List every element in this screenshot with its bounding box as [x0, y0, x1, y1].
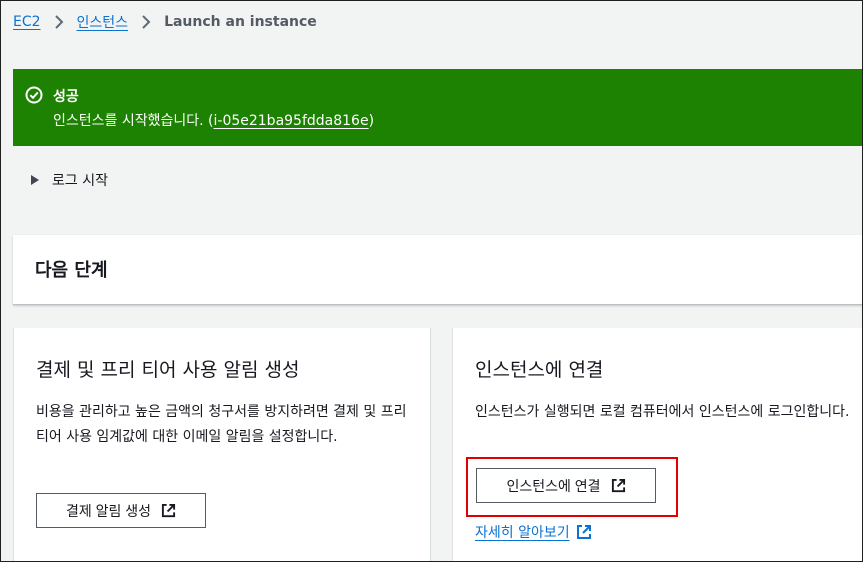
external-link-icon — [611, 478, 625, 493]
caret-right-icon — [31, 175, 39, 185]
breadcrumb-instances-link[interactable]: 인스턴스 — [77, 12, 129, 32]
external-link-icon — [576, 525, 591, 539]
chevron-right-icon — [41, 15, 77, 29]
chevron-right-icon — [128, 15, 164, 29]
page: EC2 인스턴스 Launch an instance 성공 인스턴스를 시작했… — [0, 0, 863, 562]
next-steps-title: 다음 단계 — [35, 260, 108, 281]
launch-log-label: 로그 시작 — [52, 173, 108, 189]
flash-title: 성공 — [53, 89, 79, 105]
create-billing-alert-label: 결제 알림 생성 — [65, 502, 152, 519]
billing-alert-card: 결제 및 프리 티어 사용 알림 생성 비용을 관리하고 높은 금액의 청구서를… — [13, 328, 431, 562]
connect-instance-label: 인스턴스에 연결 — [506, 477, 601, 494]
breadcrumb-current: Launch an instance — [164, 14, 317, 30]
flash-message: 인스턴스를 시작했습니다. (i-05e21ba95fdda816e) — [53, 110, 374, 130]
create-billing-alert-button[interactable]: 결제 알림 생성 — [36, 493, 206, 528]
billing-card-title: 결제 및 프리 티어 사용 알림 생성 — [36, 359, 300, 381]
flash-message-suffix: ) — [368, 113, 375, 129]
external-link-icon — [161, 503, 176, 518]
connect-instance-button[interactable]: 인스턴스에 연결 — [476, 468, 656, 503]
instance-id-link[interactable]: i-05e21ba95fdda816e — [214, 113, 369, 129]
breadcrumb-ec2-link[interactable]: EC2 — [13, 14, 41, 30]
learn-more-link[interactable]: 자세히 알아보기 — [475, 522, 592, 542]
check-circle-icon — [25, 86, 43, 104]
breadcrumb: EC2 인스턴스 Launch an instance — [13, 11, 317, 33]
launch-log-expander[interactable]: 로그 시작 — [31, 170, 108, 190]
billing-card-description: 비용을 관리하고 높은 금액의 청구서를 방지하려면 결제 및 프리 티어 사용… — [36, 404, 407, 445]
flash-message-prefix: 인스턴스를 시작했습니다. ( — [53, 113, 214, 129]
connect-card-title: 인스턴스에 연결 — [475, 359, 604, 381]
next-steps-header: 다음 단계 — [13, 235, 863, 305]
connect-instance-card: 인스턴스에 연결 인스턴스가 실행되면 로컬 컴퓨터에서 인스턴스에 로그인합니… — [452, 328, 863, 562]
connect-card-description: 인스턴스가 실행되면 로컬 컴퓨터에서 인스턴스에 로그인합니다. — [475, 404, 850, 420]
learn-more-label: 자세히 알아보기 — [475, 525, 570, 541]
success-flashbar: 성공 인스턴스를 시작했습니다. (i-05e21ba95fdda816e) — [13, 69, 863, 146]
